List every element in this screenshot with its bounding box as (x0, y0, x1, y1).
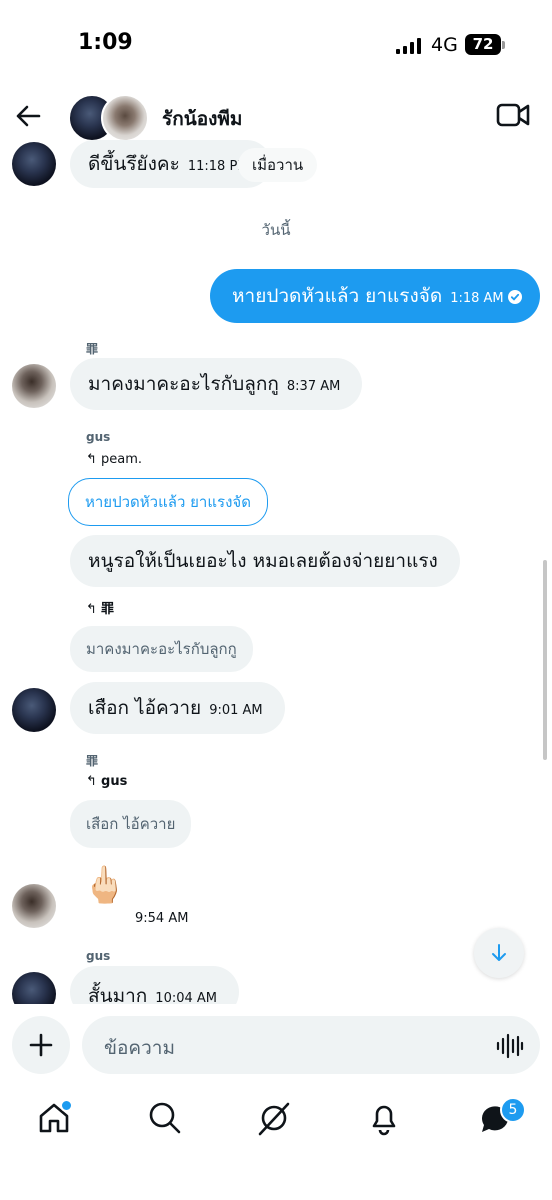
quoted-message[interactable]: เสือก ไอ้ควาย (70, 800, 192, 848)
plus-icon (29, 1033, 53, 1057)
message-bubble[interactable]: หนูรอให้เป็นเยอะไง หมอเลยต้องจ่ายยาแรง (70, 535, 460, 587)
reply-to-label: ↰ gus (86, 774, 127, 789)
sender-avatar[interactable] (12, 688, 56, 732)
sender-name: gus (86, 430, 111, 444)
quoted-message[interactable]: มาคงมาคะอะไรกับลูกกู (70, 626, 253, 672)
read-check-icon (508, 290, 522, 304)
reply-to-label: ↰ 罪 (86, 598, 114, 617)
battery-icon: 72 (465, 34, 501, 55)
notifications-bell-icon[interactable] (366, 1100, 402, 1136)
message-time: 9:01 AM (209, 703, 263, 718)
message-text: ดีขึ้นรึยังคะ (88, 153, 180, 175)
reply-to-label: ↰ peam. (86, 452, 142, 467)
group-avatar-2[interactable] (101, 94, 149, 142)
message-text: สั้นมาก (88, 985, 148, 1004)
message-bubble[interactable]: เสือก ไอ้ควาย 9:01 AM (70, 682, 285, 734)
search-icon[interactable] (147, 1100, 183, 1136)
sender-name: gus (86, 949, 111, 963)
video-call-icon[interactable] (496, 102, 530, 128)
message-input-placeholder: ข้อความ (104, 1037, 175, 1059)
signal-icon (396, 38, 421, 54)
quoted-message[interactable]: หายปวดหัวแล้ว ยาแรงจัด (68, 478, 268, 526)
chat-title[interactable]: รักน้องพีม (162, 104, 242, 134)
message-bubble[interactable]: สั้นมาก 10:04 AM (70, 966, 240, 1004)
home-notification-dot (60, 1099, 73, 1112)
sent-message-bubble[interactable]: หายปวดหัวแล้ว ยาแรงจัด 1:18 AM (210, 269, 540, 323)
grok-icon[interactable] (256, 1100, 292, 1136)
message-text: มาคงมาคะอะไรกับลูกกู (88, 373, 279, 395)
message-text: หายปวดหัวแล้ว ยาแรงจัด (232, 285, 443, 307)
back-arrow-icon[interactable] (14, 102, 42, 130)
messages-badge: 5 (500, 1097, 526, 1123)
message-clip: สั้นมาก 10:04 AM (0, 966, 552, 1004)
scroll-to-bottom-button[interactable] (474, 928, 524, 978)
message-time: 8:37 AM (286, 379, 341, 394)
network-type: 4G (431, 34, 458, 56)
sender-avatar[interactable] (12, 884, 56, 928)
sender-avatar[interactable] (12, 972, 56, 1004)
sender-avatar[interactable] (12, 142, 56, 186)
battery-tip (502, 41, 505, 49)
sender-name: 罪 (86, 754, 99, 768)
reply-arrow-icon: ↰ (86, 774, 97, 789)
voice-message-icon[interactable] (496, 1032, 524, 1060)
day-separator: วันนี้ (261, 221, 291, 239)
attach-button[interactable] (12, 1016, 70, 1074)
emoji-message[interactable]: 🖕🏻 (82, 864, 127, 906)
reply-to-name: 罪 (101, 602, 115, 617)
message-time: 1:18 AM (450, 291, 504, 306)
sender-name: 罪 (86, 342, 99, 356)
message-text: หนูรอให้เป็นเยอะไง หมอเลยต้องจ่ายยาแรง (88, 550, 438, 572)
reply-to-name: peam. (101, 452, 143, 467)
battery-level: 72 (472, 35, 494, 53)
scrollbar[interactable] (543, 560, 547, 760)
reply-arrow-icon: ↰ (86, 602, 97, 617)
message-input[interactable]: ข้อความ (82, 1016, 540, 1074)
arrow-down-icon (492, 944, 506, 961)
message-text: เสือก ไอ้ควาย (88, 697, 202, 719)
status-time: 1:09 (78, 30, 133, 55)
sender-avatar[interactable] (12, 364, 56, 408)
message-time: 9:54 AM (135, 911, 189, 926)
reply-to-name: gus (101, 774, 128, 789)
message-bubble[interactable]: มาคงมาคะอะไรกับลูกกู 8:37 AM (70, 358, 363, 410)
timestamp-chip: เมื่อวาน (238, 148, 318, 182)
message-time: 10:04 AM (155, 991, 218, 1004)
reply-arrow-icon: ↰ (86, 452, 97, 467)
